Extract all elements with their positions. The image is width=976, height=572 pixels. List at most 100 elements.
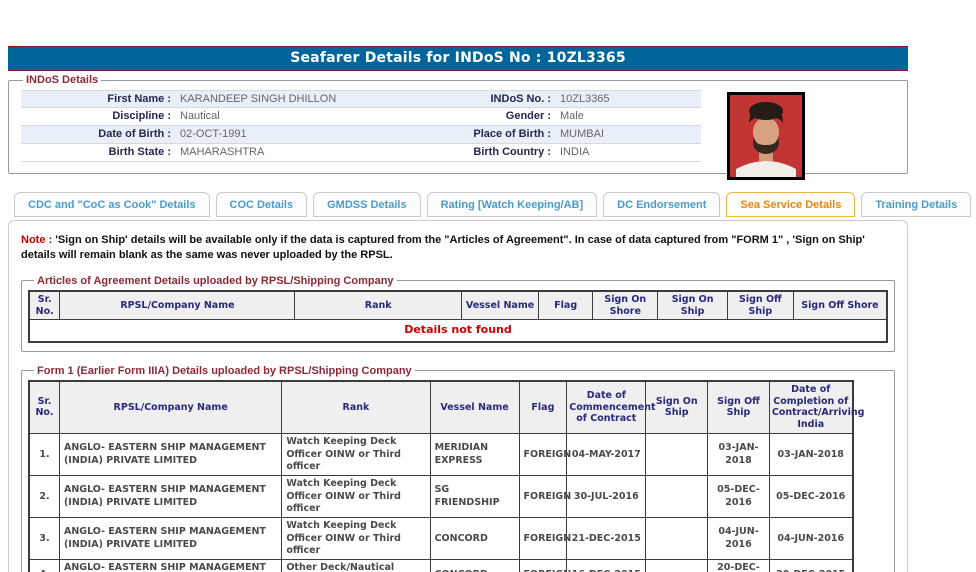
col-sign-off-ship: Sign Off Ship (707, 380, 770, 435)
indos-row: Date of Birth : 02-OCT-1991 Place of Bir… (21, 126, 701, 144)
articles-legend: Articles of Agreement Details uploaded b… (37, 274, 394, 287)
cell-sign-off-ship: 03-JAN-2018 (707, 433, 770, 477)
form1-row: 2. ANGLO- EASTERN SHIP MANAGEMENT (INDIA… (28, 475, 854, 519)
cell-sr-no: 4. (28, 559, 60, 572)
cell-rank: Watch Keeping Deck Officer OINW or Third… (281, 433, 431, 477)
cell-sign-on-ship (645, 475, 709, 519)
cell-date-commencement: 21-DEC-2015 (566, 517, 647, 561)
first-name-label: First Name : (107, 93, 171, 105)
cell-vessel: SG FRIENDSHIP (429, 475, 520, 519)
note-text: Note : 'Sign on Ship' details will be av… (19, 233, 897, 267)
form1-row: 1. ANGLO- EASTERN SHIP MANAGEMENT (INDIA… (28, 433, 854, 477)
col-sr-no: Sr. No. (28, 290, 61, 321)
tab-rating-watch-keeping-ab[interactable]: Rating [Watch Keeping/AB] (426, 192, 598, 217)
sea-service-panel: Note : 'Sign on Ship' details will be av… (8, 220, 908, 572)
indos-row: Discipline : Nautical Gender : Male (21, 108, 701, 126)
col-rank: Rank (294, 290, 462, 321)
note-label: Note : (21, 234, 53, 246)
col-date-commencement: Date of Commencement of Contract (566, 380, 656, 435)
col-company: RPSL/Company Name (59, 290, 296, 321)
cell-date-completion: 20-DEC-2015 (768, 559, 854, 572)
cell-flag: FOREIGN (518, 475, 571, 519)
tab-cdc-coc-as-cook-details[interactable]: CDC and "CoC as Cook" Details (14, 192, 210, 217)
cell-sr-no: 1. (28, 433, 60, 477)
gender-value: Male (560, 110, 584, 122)
cell-flag: FOREIGN (518, 559, 571, 572)
articles-header-row: Sr. No. RPSL/Company Name Rank Vessel Na… (28, 290, 888, 321)
indos-no-value: 10ZL3365 (560, 93, 610, 105)
indos-no-label: INDoS No. : (490, 93, 552, 105)
tab-coc-details[interactable]: COC Details (215, 192, 308, 217)
tab-sea-service-details[interactable]: Sea Service Details (726, 192, 856, 217)
col-date-completion: Date of Completion of Contract/Arriving … (768, 380, 864, 435)
cell-company: ANGLO- EASTERN SHIP MANAGEMENT (INDIA) P… (58, 517, 283, 561)
cell-sign-on-ship (645, 559, 709, 572)
cell-company: ANGLO- EASTERN SHIP MANAGEMENT (INDIA) P… (58, 433, 283, 477)
indos-details-panel: INDoS Details First Name : KARANDEEP SIN… (8, 74, 908, 180)
articles-table: Sr. No. RPSL/Company Name Rank Vessel Na… (28, 289, 888, 343)
seafarer-photo (727, 92, 805, 180)
indos-details-grid: First Name : KARANDEEP SINGH DHILLON IND… (21, 90, 701, 162)
details-not-found-message: Details not found (28, 319, 888, 343)
tab-gmdss-details[interactable]: GMDSS Details (313, 192, 421, 217)
articles-of-agreement-panel: Articles of Agreement Details uploaded b… (21, 274, 895, 352)
date-of-birth-value: 02-OCT-1991 (180, 128, 247, 140)
date-of-birth-label: Date of Birth : (98, 128, 171, 140)
birth-country-value: INDIA (560, 146, 590, 158)
cell-sign-on-ship (645, 517, 709, 561)
cell-sign-off-ship: 05-DEC-2016 (707, 475, 770, 519)
col-flag: Flag (518, 380, 568, 435)
note-body: 'Sign on Ship' details will be available… (21, 234, 865, 261)
tab-bar: CDC and "CoC as Cook" Details COC Detail… (14, 192, 972, 217)
discipline-value: Nautical (180, 110, 220, 122)
page-container: Seafarer Details for INDoS No : 10ZL3365… (8, 46, 972, 572)
cell-company: ANGLO- EASTERN SHIP MANAGEMENT (INDIA) P… (58, 475, 283, 519)
cell-vessel: CONCORD (429, 517, 520, 561)
birth-state-value: MAHARASHTRA (180, 146, 265, 158)
tab-dc-endorsement[interactable]: DC Endorsement (603, 192, 721, 217)
cell-date-commencement: 16-DEC-2015 (566, 559, 647, 572)
cell-rank: Other Deck/Nautical Officers (281, 559, 431, 572)
cell-sign-off-ship: 04-JUN-2016 (707, 517, 770, 561)
articles-empty-row: Details not found (28, 319, 888, 343)
cell-flag: FOREIGN (518, 433, 571, 477)
col-vessel: Vessel Name (429, 380, 520, 435)
cell-flag: FOREIGN (518, 517, 571, 561)
portrait-graphic (730, 95, 802, 177)
col-sign-on-ship: Sign On Ship (657, 290, 728, 321)
col-flag: Flag (538, 290, 594, 321)
cell-company: ANGLO- EASTERN SHIP MANAGEMENT (INDIA) P… (58, 559, 283, 572)
cell-rank: Watch Keeping Deck Officer OINW or Third… (281, 517, 431, 561)
indos-row: Birth State : MAHARASHTRA Birth Country … (21, 144, 701, 162)
col-sign-off-shore: Sign Off Shore (792, 290, 888, 321)
place-of-birth-value: MUMBAI (560, 128, 604, 140)
cell-vessel: CONCORD (429, 559, 520, 572)
form1-row: 3. ANGLO- EASTERN SHIP MANAGEMENT (INDIA… (28, 517, 854, 561)
cell-date-completion: 04-JUN-2016 (768, 517, 854, 561)
col-sr-no: Sr. No. (28, 380, 60, 435)
col-rank: Rank (281, 380, 431, 435)
form1-panel: Form 1 (Earlier Form IIIA) Details uploa… (21, 364, 895, 572)
cell-date-completion: 03-JAN-2018 (768, 433, 854, 477)
col-sign-on-ship: Sign On Ship (645, 380, 709, 435)
first-name-value: KARANDEEP SINGH DHILLON (180, 93, 337, 105)
col-sign-on-shore: Sign On Shore (592, 290, 659, 321)
cell-rank: Watch Keeping Deck Officer OINW or Third… (281, 475, 431, 519)
col-sign-off-ship: Sign Off Ship (726, 290, 794, 321)
cell-date-commencement: 30-JUL-2016 (566, 475, 647, 519)
form1-header-row: Sr. No. RPSL/Company Name Rank Vessel Na… (28, 380, 864, 435)
form1-row: 4. ANGLO- EASTERN SHIP MANAGEMENT (INDIA… (28, 559, 854, 572)
cell-sr-no: 3. (28, 517, 60, 561)
cell-sign-off-ship: 20-DEC-2015 (707, 559, 770, 572)
form1-table: Sr. No. RPSL/Company Name Rank Vessel Na… (28, 379, 864, 572)
page-title: Seafarer Details for INDoS No : 10ZL3365 (8, 46, 908, 71)
gender-label: Gender : (505, 110, 551, 122)
indos-details-legend: INDoS Details (26, 74, 99, 86)
col-vessel: Vessel Name (460, 290, 540, 321)
indos-row: First Name : KARANDEEP SINGH DHILLON IND… (21, 90, 701, 108)
place-of-birth-label: Place of Birth : (473, 128, 551, 140)
cell-date-commencement: 04-MAY-2017 (566, 433, 647, 477)
cell-vessel: MERIDIAN EXPRESS (429, 433, 520, 477)
tab-training-details[interactable]: Training Details (861, 192, 972, 217)
cell-date-completion: 05-DEC-2016 (768, 475, 854, 519)
